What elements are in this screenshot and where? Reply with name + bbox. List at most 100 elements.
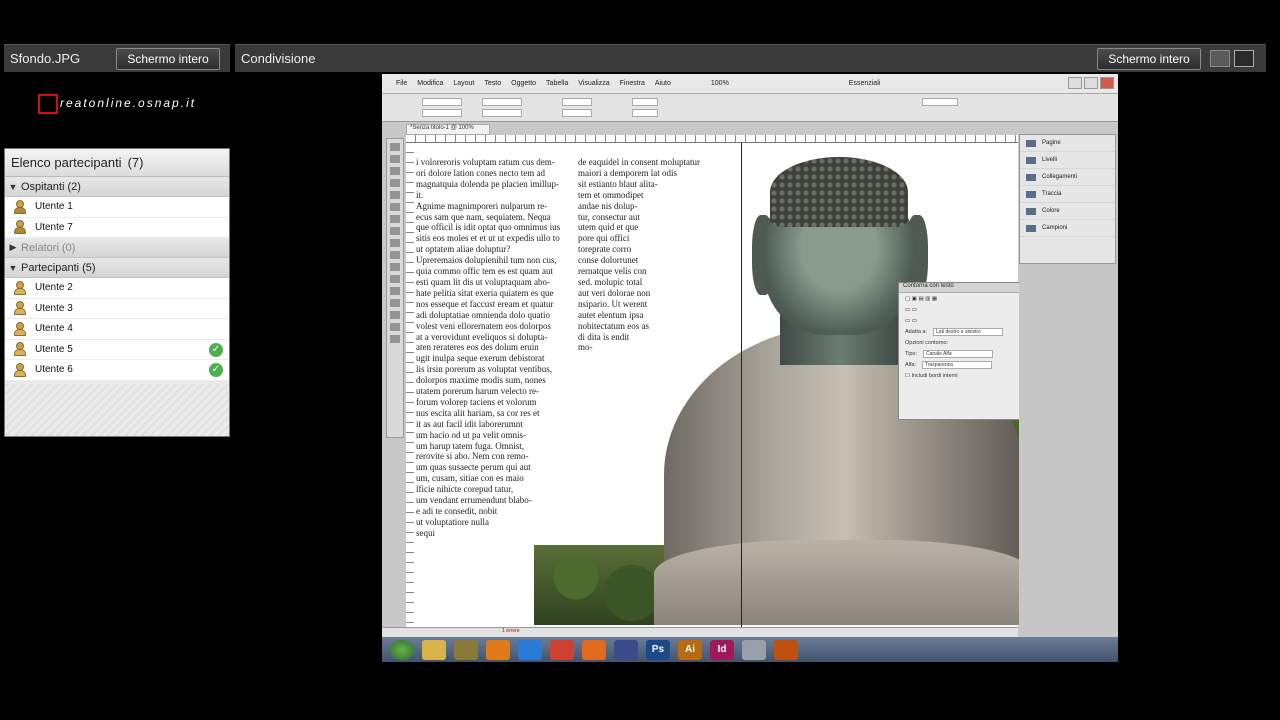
stroke-field[interactable] — [922, 98, 958, 106]
expand-arrow-icon[interactable]: ▼ — [5, 263, 21, 273]
ie-icon[interactable] — [518, 639, 542, 660]
scale-y-field[interactable] — [562, 109, 592, 117]
rectangle-tool-icon[interactable] — [390, 251, 400, 259]
participant-row[interactable]: Utente 3 — [5, 298, 229, 319]
app4-icon[interactable] — [774, 639, 798, 660]
menu-edit[interactable]: Modifica — [417, 80, 443, 87]
image-fullscreen-button[interactable]: Schermo intero — [116, 48, 220, 70]
panel-color[interactable]: Colore — [1020, 203, 1115, 220]
menu-text[interactable]: Testo — [484, 80, 501, 87]
page-tool-icon[interactable] — [390, 167, 400, 175]
chrome-icon[interactable] — [550, 639, 574, 660]
rotate-field[interactable] — [632, 98, 658, 106]
note-tool-icon[interactable] — [390, 299, 400, 307]
app-icon[interactable] — [454, 639, 478, 660]
pencil-tool-icon[interactable] — [390, 227, 400, 235]
frame-edge — [741, 143, 742, 627]
collapse-arrow-icon[interactable]: ▶ — [5, 242, 21, 253]
vlc-icon[interactable] — [486, 639, 510, 660]
screen: Sfondo.JPG Schermo intero Condivisione S… — [0, 0, 1280, 720]
pen-tool-icon[interactable] — [390, 215, 400, 223]
hand-tool-icon[interactable] — [390, 323, 400, 331]
participant-row[interactable]: Utente 1 — [5, 197, 229, 218]
include-edges-checkbox[interactable]: ☐ Includi bordi interni — [899, 370, 1019, 381]
eyedropper-tool-icon[interactable] — [390, 311, 400, 319]
gradient-tool-icon[interactable] — [390, 287, 400, 295]
zoom-level[interactable]: 100% — [711, 80, 729, 87]
indesign-icon[interactable]: Id — [710, 639, 734, 660]
alpha-label: Alfa: — [905, 361, 917, 368]
menu-view[interactable]: Visualizza — [578, 80, 609, 87]
panel-links[interactable]: Collegamenti — [1020, 169, 1115, 186]
group-presenters[interactable]: ▶ Relatori (0) — [5, 238, 229, 258]
app2-icon[interactable] — [614, 639, 638, 660]
participant-row[interactable]: Utente 6 ✓ — [5, 360, 229, 381]
participant-row[interactable]: Utente 5 ✓ — [5, 339, 229, 360]
line-tool-icon[interactable] — [390, 203, 400, 211]
app3-icon[interactable] — [742, 639, 766, 660]
panel-pages[interactable]: Pagine — [1020, 135, 1115, 152]
scissors-tool-icon[interactable] — [390, 263, 400, 271]
zoom-tool-icon[interactable] — [390, 335, 400, 343]
control-panel — [382, 94, 1118, 122]
width-field[interactable] — [482, 98, 522, 106]
text-column-2[interactable]: de eaquidel in consent moluptatur maiori… — [578, 157, 708, 357]
layout-split-icon[interactable] — [1234, 50, 1254, 67]
menu-help[interactable]: Aiuto — [655, 80, 671, 87]
menu-table[interactable]: Tabella — [546, 80, 568, 87]
expand-arrow-icon[interactable]: ▼ — [5, 182, 21, 192]
height-field[interactable] — [482, 109, 522, 117]
close-icon[interactable] — [1100, 77, 1114, 89]
x-field[interactable] — [422, 98, 462, 106]
status-errors[interactable]: 1 errore — [502, 628, 520, 634]
minimize-icon[interactable] — [1068, 77, 1082, 89]
firefox-icon[interactable] — [582, 639, 606, 660]
participant-row[interactable]: Utente 4 — [5, 319, 229, 340]
menu-layout[interactable]: Layout — [453, 80, 474, 87]
shared-screen[interactable]: File Modifica Layout Testo Oggetto Tabel… — [382, 74, 1118, 662]
illustrator-icon[interactable]: Ai — [678, 639, 702, 660]
panel-stroke[interactable]: Traccia — [1020, 186, 1115, 203]
menu-file[interactable]: File — [396, 80, 407, 87]
participant-row[interactable]: Utente 2 — [5, 278, 229, 299]
participants-title: Elenco partecipanti — [11, 155, 122, 170]
start-button-icon[interactable] — [390, 639, 414, 660]
shear-field[interactable] — [632, 109, 658, 117]
maximize-icon[interactable] — [1084, 77, 1098, 89]
group-participants[interactable]: ▼ Partecipanti (5) — [5, 258, 229, 278]
share-fullscreen-button[interactable]: Schermo intero — [1097, 48, 1201, 70]
type-tool-icon[interactable] — [390, 191, 400, 199]
explorer-icon[interactable] — [422, 639, 446, 660]
direct-selection-tool-icon[interactable] — [390, 155, 400, 163]
apply-dropdown[interactable]: Lati destro e sinistro — [933, 327, 1004, 336]
user-icon — [13, 301, 27, 316]
y-field[interactable] — [422, 109, 462, 117]
panel-swatches[interactable]: Campioni — [1020, 220, 1115, 237]
alpha-dropdown[interactable]: Trasparenza — [922, 360, 993, 369]
menu-object[interactable]: Oggetto — [511, 80, 536, 87]
user-icon — [13, 342, 27, 357]
indesign-menubar: File Modifica Layout Testo Oggetto Tabel… — [382, 74, 1118, 94]
menu-window[interactable]: Finestra — [620, 80, 645, 87]
logo: reatonline.osnap.it — [38, 94, 196, 114]
selection-tool-icon[interactable] — [390, 143, 400, 151]
type-row: Tipo: Canale Alfa — [899, 348, 1019, 359]
participant-name: Utente 3 — [35, 302, 73, 314]
panel-layers[interactable]: Livelli — [1020, 152, 1115, 169]
participant-row[interactable]: Utente 7 — [5, 217, 229, 238]
text-column-1[interactable]: i voloreroris voluptam ratum cus dem- or… — [416, 157, 566, 543]
vertical-ruler — [406, 143, 414, 627]
photoshop-icon[interactable]: Ps — [646, 639, 670, 660]
apply-row: Adatta a: Lati destro e sinistro — [899, 326, 1019, 337]
free-transform-tool-icon[interactable] — [390, 275, 400, 283]
layout-single-icon[interactable] — [1210, 50, 1230, 67]
type-dropdown[interactable]: Canale Alfa — [923, 349, 994, 358]
document-tab[interactable]: *Senza titolo-1 @ 100% — [406, 124, 490, 135]
rectangle-frame-tool-icon[interactable] — [390, 239, 400, 247]
gap-tool-icon[interactable] — [390, 179, 400, 187]
text-wrap-title: Contorna con testo — [899, 283, 1019, 293]
user-icon — [13, 362, 27, 377]
scale-x-field[interactable] — [562, 98, 592, 106]
workspace-selector[interactable]: Essenziali — [849, 80, 881, 87]
group-hosts[interactable]: ▼ Ospitanti (2) — [5, 177, 229, 197]
